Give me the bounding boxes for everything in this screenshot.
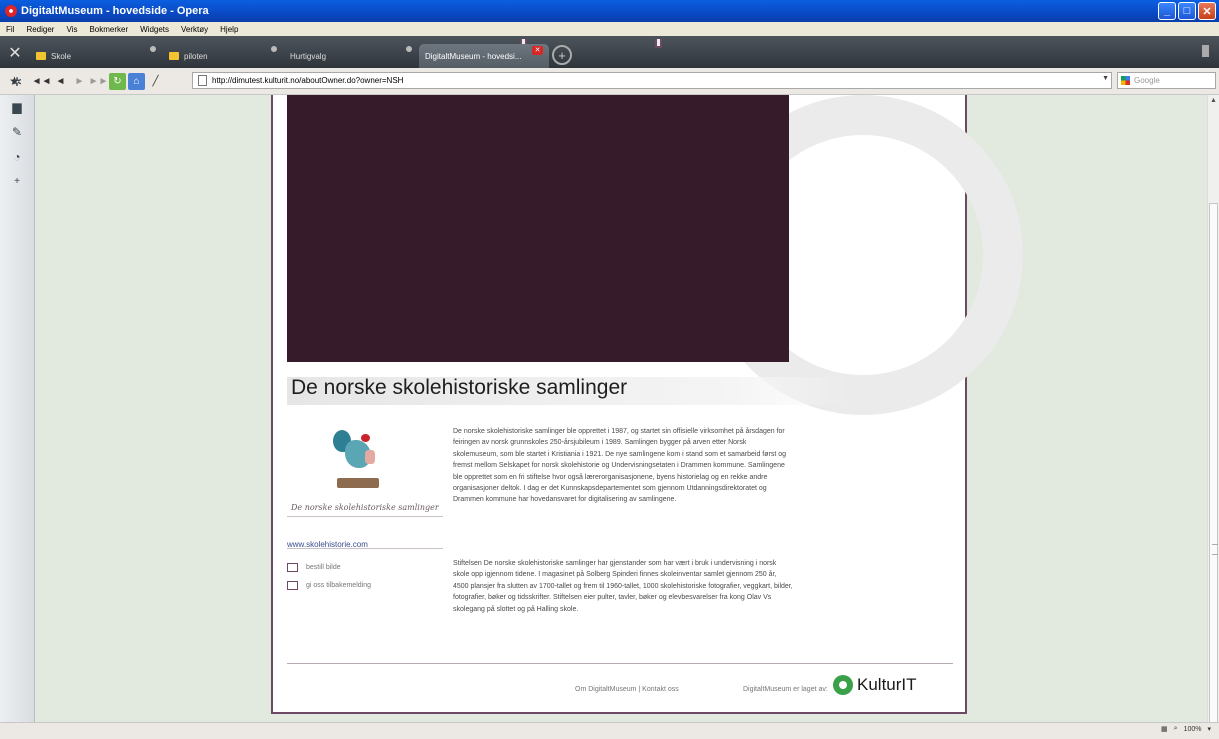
opera-icon [5,5,17,17]
window-title: DigitaltMuseum - hovedside - Opera [21,5,209,17]
tab-label: Hurtigvalg [290,51,327,61]
zoom-level: 100% [1183,725,1202,733]
fast-forward-icon[interactable]: ►► [89,73,109,90]
chevron-down-icon[interactable]: ▼ [1102,75,1109,82]
tab-label: DigitaltMuseum - hovedsi... [425,51,522,61]
windows-icon[interactable]: ▆ [0,94,34,119]
about-paragraph-2: Stiftelsen De norske skolehistoriske sam… [453,560,793,613]
page-container: De norske skolehistoriske samlinger De n… [271,95,1023,714]
page-icon [655,39,662,48]
collection-logo [333,430,383,500]
status-bar: ▦ ⌕ 100% ▾ [0,722,1219,739]
menu-widgets[interactable]: Widgets [134,25,175,34]
scrollbar-thumb[interactable] [1209,203,1218,723]
tab-skole[interactable]: Skole [30,44,160,68]
tab-hurtigvalg[interactable]: Hurtigvalg [284,39,527,68]
kulturit-brand: KulturIT [857,675,917,694]
feedback-label: gi oss tilbakemelding [306,582,371,589]
feedback-link[interactable]: gi oss tilbakemelding [287,581,371,590]
google-icon [1121,76,1130,85]
tab-pin-icon [150,46,156,52]
window-titlebar: DigitaltMuseum - hovedside - Opera _ □ ✕ [0,0,1219,22]
footer-divider [287,663,953,664]
tab-bar: ✕ Skole piloten Hurtigvalg DigitaltMuseu… [0,36,1219,68]
folder-icon [36,52,46,60]
window-controls: _ □ ✕ [1158,2,1216,20]
footer-links[interactable]: Om DigitaltMuseum | Kontakt oss [575,686,679,693]
back-icon[interactable]: ◄ [52,73,69,90]
kulturit-logo[interactable]: KulturIT [833,675,917,695]
logo-signature: De norske skolehistoriske samlinger [291,503,439,512]
tab-piloten[interactable]: piloten [163,44,281,68]
tab-digitaltmuseum[interactable]: DigitaltMuseum - hovedsi... ✕ [419,39,662,68]
search-placeholder: Google [1134,76,1160,85]
about-paragraph-1: De norske skolehistoriske samlinger ble … [453,428,787,504]
page-icon [198,75,207,86]
url-text: http://dimutest.kulturit.no/aboutOwner.d… [212,76,404,85]
navigation-bar: ★ ◄◄ ◄ ► ►► ↻ ⌂ ╱ http://dimutest.kultur… [0,68,1219,95]
vertical-scrollbar[interactable]: ▲ [1207,95,1219,723]
close-button[interactable]: ✕ [1198,2,1216,20]
tab-pin-icon [406,46,412,52]
side-panel: ✲ ▆ ✎ ◔ + [0,75,35,722]
minimize-button[interactable]: _ [1158,2,1176,20]
search-input[interactable]: Google [1117,72,1216,89]
forward-icon[interactable]: ► [71,73,88,90]
notes-icon[interactable]: ✎ [0,119,34,144]
chevron-down-icon[interactable]: ▾ [1207,725,1211,733]
home-icon[interactable]: ⌂ [128,72,145,90]
add-panel-icon[interactable]: + [0,169,34,194]
made-by-label: DigitaltMuseum er laget av: [743,686,828,693]
feedback-icon [287,581,298,590]
rewind-icon[interactable]: ◄◄ [32,73,52,90]
menu-view[interactable]: Vis [60,25,83,34]
edit-icon[interactable]: ╱ [147,73,164,90]
zoom-control[interactable]: ▦ ⌕ 100% ▾ [1161,725,1211,733]
divider [287,548,443,549]
tab-pin-icon [271,46,277,52]
settings-icon[interactable]: ✲ [0,69,34,94]
divider [287,516,443,517]
web-content: De norske skolehistoriske samlinger De n… [35,95,1207,722]
cart-icon [287,563,298,572]
menu-file[interactable]: Fil [0,25,20,34]
zoom-icon: ⌕ [1173,725,1178,732]
maximize-button[interactable]: □ [1178,2,1196,20]
kulturit-mark-icon [833,675,853,695]
tab-close-icon[interactable]: ✕ [532,46,543,55]
banner-image [287,95,789,362]
menu-edit[interactable]: Rediger [20,25,60,34]
scroll-up-icon[interactable]: ▲ [1210,97,1217,104]
reload-icon[interactable]: ↻ [109,72,126,90]
tab-label: Skole [51,51,72,61]
new-tab-button[interactable]: + [552,45,572,65]
address-field[interactable]: http://dimutest.kulturit.no/aboutOwner.d… [192,72,1112,89]
panel-toggle-icon[interactable]: ▦ [1161,725,1168,733]
menu-help[interactable]: Hjelp [214,25,244,34]
tab-label: piloten [184,51,208,61]
folder-icon [169,52,179,60]
page-title: De norske skolehistoriske samlinger [291,376,628,399]
trash-icon[interactable] [1202,45,1209,57]
menu-bookmarks[interactable]: Bokmerker [83,25,134,34]
order-image-link[interactable]: bestill bilde [287,563,341,572]
customize-tools-icon[interactable]: ✕ [0,38,30,68]
menu-tools[interactable]: Verktøy [175,25,214,34]
history-icon[interactable]: ◔ [0,144,34,169]
order-image-label: bestill bilde [306,564,341,571]
menu-bar: Fil Rediger Vis Bokmerker Widgets Verktø… [0,22,1219,36]
